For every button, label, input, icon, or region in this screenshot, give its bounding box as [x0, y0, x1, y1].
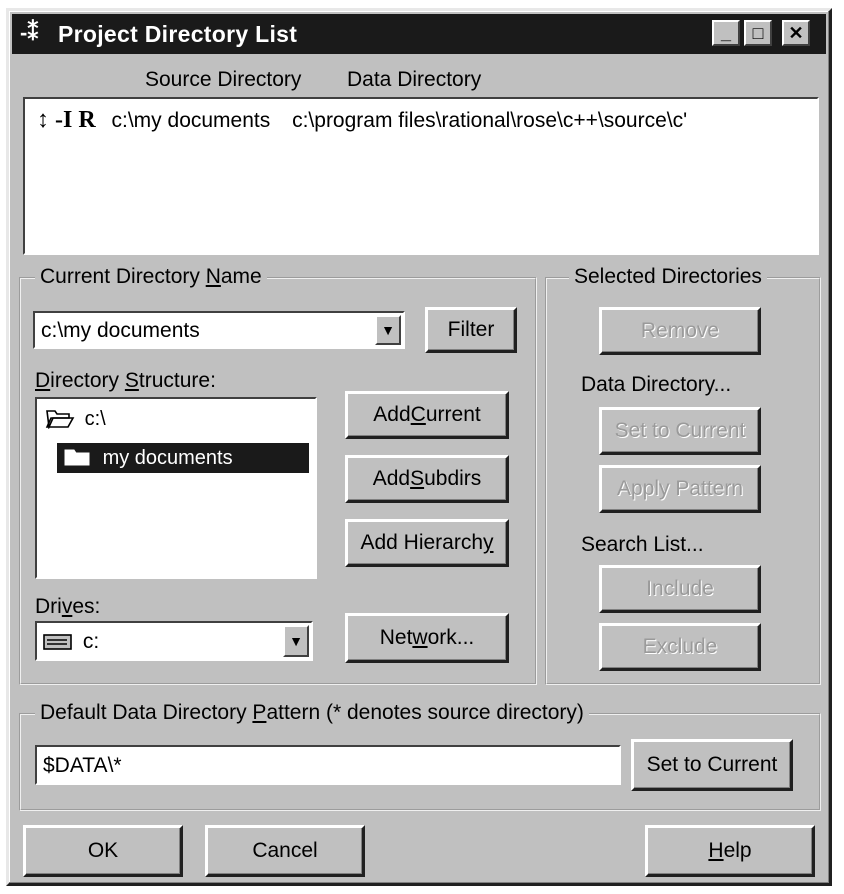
apply-pattern-button[interactable]: Apply Pattern	[599, 465, 761, 513]
project-directory-list-dialog: -⁑ Project Directory List _ □ ✕ Source D…	[6, 8, 832, 886]
column-header-source-directory[interactable]: Source Directory	[145, 68, 301, 92]
drive-icon	[43, 630, 79, 653]
include-button[interactable]: Include	[599, 565, 761, 613]
tree-item-selected[interactable]: my documents	[57, 443, 309, 473]
column-header-data-directory[interactable]: Data Directory	[347, 68, 481, 92]
minimize-button[interactable]: _	[712, 20, 740, 46]
ok-button[interactable]: OK	[23, 825, 183, 877]
exclude-button[interactable]: Exclude	[599, 623, 761, 671]
list-item[interactable]: ↕ -I R c:\my documents c:\program files\…	[37, 107, 687, 134]
list-item-data: c:\program files\rational\rose\c++\sourc…	[292, 109, 688, 132]
set-to-current-button[interactable]: Set to Current	[599, 407, 761, 455]
add-subdirs-button[interactable]: Add Subdirs	[345, 455, 509, 503]
window-title: Project Directory List	[58, 21, 298, 47]
drives-label: Drives:	[35, 595, 101, 618]
folder-icon	[63, 447, 97, 469]
search-list-label: Search List...	[581, 533, 704, 556]
chevron-down-icon[interactable]: ▼	[375, 315, 401, 345]
project-directory-list[interactable]: ↕ -I R c:\my documents c:\program files\…	[23, 97, 819, 255]
cancel-button[interactable]: Cancel	[205, 825, 365, 877]
maximize-button[interactable]: □	[744, 20, 772, 46]
drives-value: c:	[82, 630, 100, 653]
data-directory-pattern-value: $DATA\*	[43, 754, 122, 777]
data-directory-pattern-group-label: Default Data Directory Pattern (* denote…	[35, 701, 589, 725]
list-item-source: c:\my documents	[111, 109, 271, 132]
directory-list-icon: -⁑	[20, 20, 39, 45]
current-directory-group-label: Current Directory Name	[35, 265, 267, 289]
add-hierarchy-button[interactable]: Add Hierarch y	[345, 519, 509, 567]
current-directory-combo[interactable]: c:\my documents ▼	[33, 311, 405, 349]
data-directory-pattern-input[interactable]: $DATA\*	[35, 745, 621, 785]
chevron-down-icon[interactable]: ▼	[283, 625, 309, 657]
current-directory-value: c:\my documents	[41, 319, 200, 342]
remove-button[interactable]: Remove	[599, 307, 761, 355]
title-bar[interactable]: -⁑ Project Directory List _ □ ✕	[12, 14, 826, 54]
data-directory-label: Data Directory...	[581, 373, 732, 396]
open-folder-icon	[45, 408, 81, 430]
add-current-button[interactable]: Add Current	[345, 391, 509, 439]
directory-tree[interactable]: c:\ my documents	[35, 397, 317, 579]
drives-combo[interactable]: c: ▼	[35, 621, 313, 661]
selected-directories-group-label: Selected Directories	[569, 265, 767, 289]
tree-item[interactable]: c:\	[45, 407, 106, 431]
network-button[interactable]: Net w ork...	[345, 613, 509, 663]
list-item-flags: ↕ -I R	[37, 107, 96, 133]
help-button[interactable]: Help	[645, 825, 815, 877]
close-button[interactable]: ✕	[782, 20, 810, 46]
directory-structure-label: Directory Structure:	[35, 369, 216, 392]
pattern-set-to-current-button[interactable]: Set to Current	[631, 739, 793, 791]
filter-button[interactable]: Filter	[425, 307, 517, 353]
